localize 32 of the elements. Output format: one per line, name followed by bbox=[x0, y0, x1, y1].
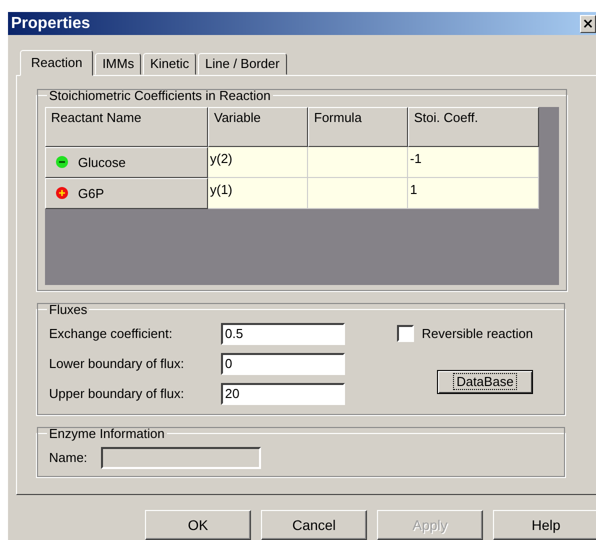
database-button[interactable]: DataBase bbox=[437, 370, 533, 394]
input-field[interactable]: 0 bbox=[221, 352, 345, 375]
column-header[interactable]: Formula bbox=[308, 106, 408, 147]
dialog-button[interactable]: Help bbox=[493, 510, 596, 540]
dialog-button[interactable]: OK bbox=[145, 510, 251, 540]
reactant-name: G6P bbox=[78, 186, 104, 201]
close-button[interactable]: × bbox=[580, 14, 596, 33]
table-cell: y(2) bbox=[208, 146, 308, 178]
window-title: Properties bbox=[11, 14, 90, 33]
group-title: Enzyme Information bbox=[48, 426, 166, 441]
table-cell: 1 bbox=[408, 178, 539, 209]
input-field[interactable]: 20 bbox=[221, 382, 345, 405]
field-label: Upper boundary of flux: bbox=[48, 386, 186, 402]
table-cell: y(1) bbox=[208, 178, 308, 209]
tab[interactable]: Line / Border bbox=[198, 52, 287, 75]
field-label: Exchange coefficient: bbox=[48, 326, 174, 342]
table-cell: -1 bbox=[408, 146, 539, 178]
group-title: Fluxes bbox=[48, 302, 88, 317]
column-header[interactable]: Stoi. Coeff. bbox=[408, 106, 539, 147]
field-label: Lower boundary of flux: bbox=[48, 356, 186, 372]
column-header[interactable]: Variable bbox=[208, 106, 308, 147]
checkbox-label: Reversible reaction bbox=[422, 326, 533, 341]
checkbox[interactable] bbox=[396, 324, 414, 342]
tab[interactable]: Kinetic bbox=[143, 52, 196, 75]
tab[interactable]: Reaction bbox=[20, 50, 94, 76]
reactant-name: Glucose bbox=[78, 154, 126, 170]
dialog-button[interactable]: Cancel bbox=[261, 510, 367, 540]
field-label: Name: bbox=[49, 450, 88, 466]
group-title: Stoichiometric Coefficients in Reaction bbox=[48, 88, 272, 103]
tab[interactable]: IMMs bbox=[95, 52, 142, 75]
column-header[interactable]: Reactant Name bbox=[45, 106, 208, 147]
input-field[interactable]: 0.5 bbox=[221, 322, 345, 345]
